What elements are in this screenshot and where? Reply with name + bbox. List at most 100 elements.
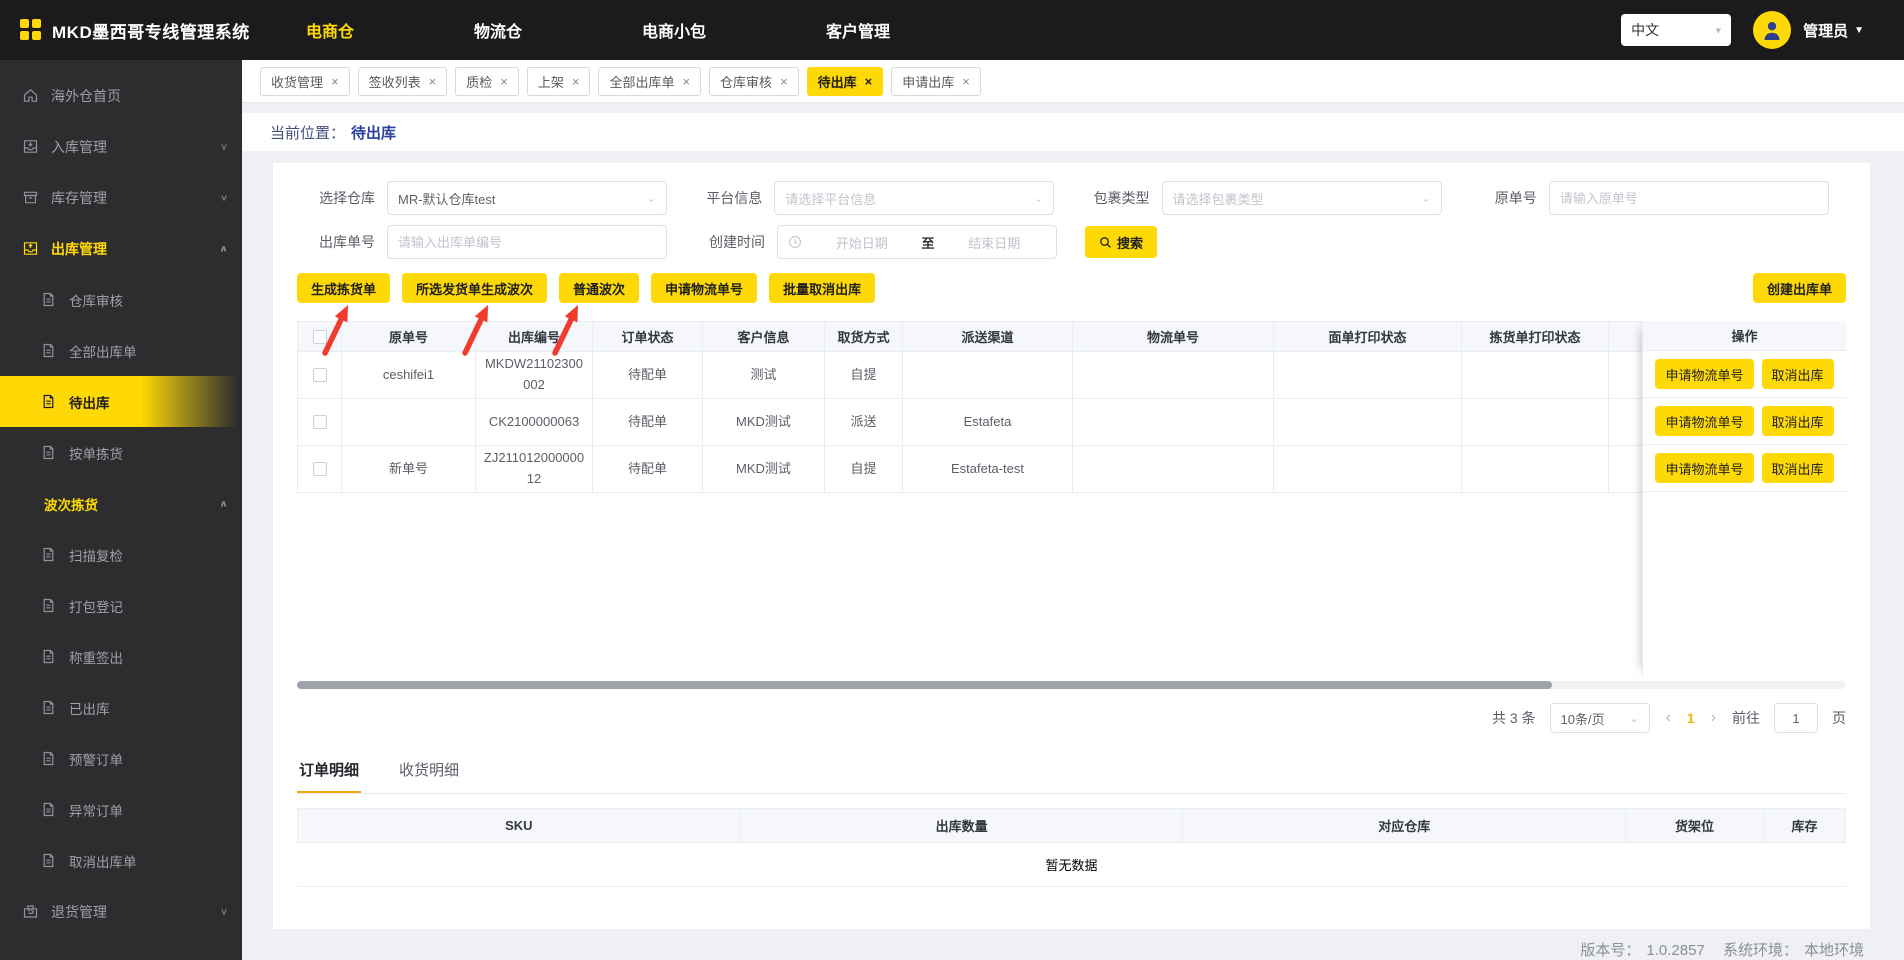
tab-label: 质检 <box>466 72 492 91</box>
doc-icon <box>40 648 57 665</box>
horizontal-scrollbar[interactable] <box>297 681 1846 689</box>
language-select[interactable]: 中文 ▾ <box>1621 14 1731 46</box>
sidebar-item[interactable]: 扫描复检 <box>0 529 242 580</box>
sidebar-item[interactable]: 波次拣货∧ <box>0 478 242 529</box>
close-icon[interactable]: × <box>331 74 339 89</box>
caret-down-icon: ▼ <box>1854 25 1864 36</box>
tab-label: 收货管理 <box>271 72 323 91</box>
page-size-select[interactable]: 10条/页 ⌄ <box>1550 703 1650 733</box>
warehouse-select[interactable]: MR-默认仓库test ⌄ <box>387 181 667 215</box>
cell-tracking <box>1073 352 1274 399</box>
sidebar-item-label: 库存管理 <box>51 188 220 208</box>
close-icon[interactable]: × <box>572 74 580 89</box>
close-icon[interactable]: × <box>500 74 508 89</box>
topnav-item[interactable]: 电商仓 <box>306 18 354 42</box>
action-column-header: 操作 <box>1643 321 1846 351</box>
create-outbound-button[interactable]: 创建出库单 <box>1753 273 1846 303</box>
close-icon[interactable]: × <box>429 74 437 89</box>
open-tab[interactable]: 申请出库× <box>891 67 981 96</box>
batch-action-button[interactable]: 生成拣货单 <box>297 273 390 303</box>
sidebar-item[interactable]: 海外仓首页 <box>0 70 242 121</box>
date-range-picker[interactable]: 开始日期 至 结束日期 <box>777 225 1057 259</box>
sidebar-item[interactable]: 退货管理∨ <box>0 886 242 937</box>
start-date[interactable]: 开始日期 <box>810 233 914 252</box>
cell-outbound-no: MKDW21102300002 <box>476 352 593 399</box>
package-type-label: 包裹类型 <box>1072 188 1150 208</box>
cell-pickup: 自提 <box>825 446 903 493</box>
batch-action-button[interactable]: 申请物流单号 <box>651 273 757 303</box>
select-all-checkbox[interactable] <box>313 330 327 344</box>
user-name[interactable]: 管理员 <box>1803 20 1848 41</box>
next-page-button[interactable]: › <box>1709 709 1718 727</box>
sidebar-item[interactable]: 仓库审核 <box>0 274 242 325</box>
sidebar-item[interactable]: 预警订单 <box>0 733 242 784</box>
close-icon[interactable]: × <box>682 74 690 89</box>
sidebar-item[interactable]: 待出库 <box>0 376 242 427</box>
sidebar-item[interactable]: 取消出库单 <box>0 835 242 886</box>
row-checkbox[interactable] <box>313 462 327 476</box>
row-actions: 申请物流单号取消出库 <box>1643 351 1846 398</box>
row-action-button[interactable]: 取消出库 <box>1762 453 1834 483</box>
sidebar-item[interactable]: 已出库 <box>0 682 242 733</box>
chevron-down-icon: ∨ <box>220 192 228 202</box>
close-icon[interactable]: × <box>865 74 873 89</box>
apps-grid-icon <box>20 19 42 41</box>
avatar[interactable] <box>1753 11 1791 49</box>
end-date[interactable]: 结束日期 <box>943 233 1047 252</box>
sidebar-item[interactable]: 打包登记 <box>0 580 242 631</box>
scrollbar-thumb[interactable] <box>297 681 1552 689</box>
row-action-button[interactable]: 申请物流单号 <box>1655 453 1753 483</box>
open-tab[interactable]: 待出库× <box>807 67 884 96</box>
row-action-button[interactable]: 取消出库 <box>1762 359 1834 389</box>
cell-tracking <box>1073 399 1274 446</box>
topnav-item[interactable]: 物流仓 <box>474 18 522 42</box>
chevron-down-icon: ▾ <box>1716 24 1722 37</box>
open-tab[interactable]: 质检 × <box>455 67 519 96</box>
open-tabs-strip: 收货管理×签收列表×质检×上架×全部出库单×仓库审核×待出库×申请出库× <box>242 60 1904 103</box>
version-label: 版本号： <box>1580 942 1640 959</box>
topnav-item[interactable]: 电商小包 <box>642 18 706 42</box>
chevron-down-icon: ∨ <box>220 906 228 916</box>
row-checkbox[interactable] <box>313 368 327 382</box>
batch-action-button[interactable]: 所选发货单生成波次 <box>402 273 547 303</box>
detail-tab[interactable]: 收货明细 <box>397 759 461 793</box>
batch-action-button[interactable]: 批量取消出库 <box>769 273 875 303</box>
current-page[interactable]: 1 <box>1687 710 1695 726</box>
close-icon[interactable]: × <box>780 74 788 89</box>
sidebar-item[interactable]: 出库管理∧ <box>0 223 242 274</box>
open-tab[interactable]: 签收列表× <box>358 67 448 96</box>
open-tab[interactable]: 全部出库单× <box>598 67 701 96</box>
breadcrumb-current[interactable]: 待出库 <box>351 122 396 143</box>
package-type-select[interactable]: 请选择包裹类型 ⌄ <box>1162 181 1442 215</box>
sidebar: 海外仓首页入库管理∨库存管理∨出库管理∧仓库审核全部出库单待出库按单拣货波次拣货… <box>0 60 242 960</box>
platform-select[interactable]: 请选择平台信息 ⌄ <box>774 181 1054 215</box>
sidebar-item[interactable]: 异常订单 <box>0 784 242 835</box>
close-icon[interactable]: × <box>962 74 970 89</box>
row-checkbox[interactable] <box>313 415 327 429</box>
batch-action-button[interactable]: 普通波次 <box>559 273 639 303</box>
column-header: 取货方式 <box>825 322 903 352</box>
platform-label: 平台信息 <box>684 188 762 208</box>
topnav-item[interactable]: 客户管理 <box>826 18 890 42</box>
prev-page-button[interactable]: ‹ <box>1664 709 1673 727</box>
outbound-no-input[interactable] <box>387 225 667 259</box>
detail-tab[interactable]: 订单明细 <box>297 759 361 793</box>
row-action-button[interactable]: 申请物流单号 <box>1655 359 1753 389</box>
user-icon <box>1760 18 1784 42</box>
search-button[interactable]: 搜索 <box>1085 226 1157 258</box>
sidebar-item[interactable]: 库存管理∨ <box>0 172 242 223</box>
open-tab[interactable]: 仓库审核× <box>709 67 799 96</box>
column-header: 面单打印状态 <box>1274 322 1462 352</box>
main-area: 收货管理×签收列表×质检×上架×全部出库单×仓库审核×待出库×申请出库× 当前位… <box>242 60 1904 960</box>
goto-page-input[interactable] <box>1774 703 1818 733</box>
sidebar-item[interactable]: 全部出库单 <box>0 325 242 376</box>
origin-no-input[interactable] <box>1549 181 1829 215</box>
open-tab[interactable]: 上架× <box>527 67 591 96</box>
cell-channel <box>903 352 1073 399</box>
sidebar-item[interactable]: 称重签出 <box>0 631 242 682</box>
row-action-button[interactable]: 取消出库 <box>1762 406 1834 436</box>
open-tab[interactable]: 收货管理 × <box>260 67 350 96</box>
row-action-button[interactable]: 申请物流单号 <box>1655 406 1753 436</box>
sidebar-item[interactable]: 入库管理∨ <box>0 121 242 172</box>
sidebar-item[interactable]: 按单拣货 <box>0 427 242 478</box>
